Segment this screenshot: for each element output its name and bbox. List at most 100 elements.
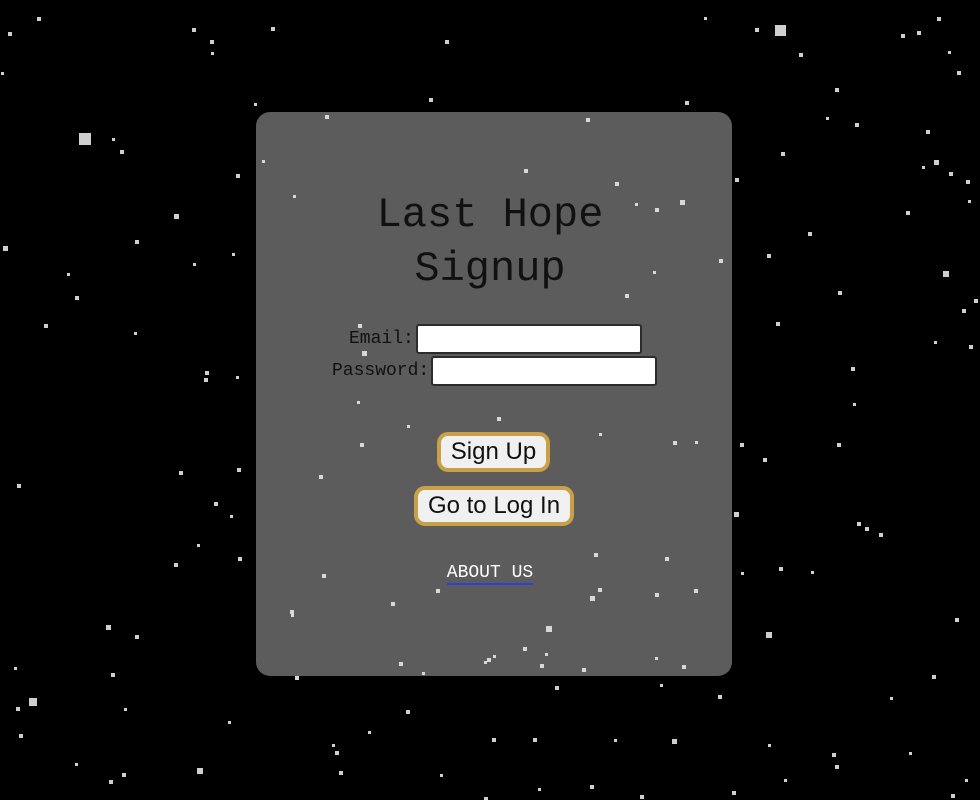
star: [211, 52, 214, 55]
star: [236, 376, 239, 379]
star: [122, 773, 126, 777]
star: [236, 174, 240, 178]
star: [120, 150, 124, 154]
star: [685, 101, 689, 105]
star: [197, 768, 203, 774]
star: [879, 533, 883, 537]
star: [134, 332, 137, 335]
sign-up-button[interactable]: Sign Up: [437, 432, 550, 472]
star: [14, 667, 17, 670]
star: [763, 458, 767, 462]
star: [851, 367, 855, 371]
star: [934, 341, 937, 344]
star: [934, 160, 939, 165]
star: [210, 40, 214, 44]
star: [109, 780, 113, 784]
star: [228, 721, 231, 724]
star: [965, 779, 968, 782]
star: [230, 515, 233, 518]
star: [237, 468, 241, 472]
star: [853, 403, 856, 406]
star: [922, 166, 925, 169]
star: [192, 28, 196, 32]
star: [660, 684, 663, 687]
password-label: Password:: [332, 361, 430, 381]
about-link-container: ABOUT US: [0, 562, 980, 585]
star: [901, 34, 905, 38]
star: [734, 512, 739, 517]
star: [775, 25, 786, 36]
star: [835, 88, 839, 92]
title-line-1: Last Hope: [376, 191, 604, 239]
email-row: Email:: [349, 324, 642, 354]
star: [832, 753, 836, 757]
star: [538, 788, 541, 791]
star: [837, 443, 841, 447]
star: [932, 675, 936, 679]
star: [917, 31, 921, 35]
star: [37, 17, 41, 21]
star: [735, 178, 739, 182]
star: [784, 779, 787, 782]
email-label: Email:: [349, 329, 414, 349]
star: [948, 51, 951, 54]
star: [124, 708, 127, 711]
star: [429, 98, 433, 102]
star: [857, 522, 861, 526]
star: [44, 324, 48, 328]
star: [955, 618, 959, 622]
star: [835, 765, 839, 769]
star: [492, 738, 496, 742]
star: [732, 791, 736, 795]
star: [332, 744, 335, 747]
star: [969, 345, 973, 349]
star: [704, 17, 707, 20]
go-to-login-button[interactable]: Go to Log In: [414, 486, 574, 526]
email-field[interactable]: [415, 324, 642, 354]
star: [106, 625, 111, 630]
star: [406, 710, 410, 714]
star: [29, 698, 37, 706]
star: [614, 739, 617, 742]
star: [865, 527, 869, 531]
star: [755, 28, 759, 32]
about-us-link[interactable]: ABOUT US: [446, 563, 534, 585]
star: [271, 27, 275, 31]
star: [926, 130, 930, 134]
star: [214, 502, 218, 506]
star: [339, 771, 343, 775]
password-field[interactable]: [431, 356, 658, 386]
star: [254, 103, 257, 106]
star: [17, 484, 21, 488]
star: [112, 138, 115, 141]
star: [75, 296, 79, 300]
star: [890, 697, 893, 700]
star: [135, 635, 139, 639]
star: [111, 673, 115, 677]
star: [937, 17, 941, 21]
star: [949, 172, 953, 176]
star: [826, 117, 829, 120]
star: [776, 322, 780, 326]
star: [197, 544, 200, 547]
star: [19, 734, 23, 738]
star: [799, 53, 803, 57]
page-title: Last Hope Signup: [0, 188, 980, 296]
star: [768, 744, 771, 747]
star: [966, 180, 970, 184]
star: [740, 443, 744, 447]
star: [533, 738, 537, 742]
star: [951, 794, 955, 798]
star: [79, 133, 91, 145]
star: [368, 731, 371, 734]
star: [1, 72, 4, 75]
star: [179, 471, 183, 475]
star: [909, 752, 912, 755]
star: [75, 763, 78, 766]
star: [672, 739, 677, 744]
star: [555, 686, 559, 690]
star: [238, 557, 242, 561]
star: [962, 309, 966, 313]
star: [8, 32, 12, 36]
star: [974, 299, 978, 303]
